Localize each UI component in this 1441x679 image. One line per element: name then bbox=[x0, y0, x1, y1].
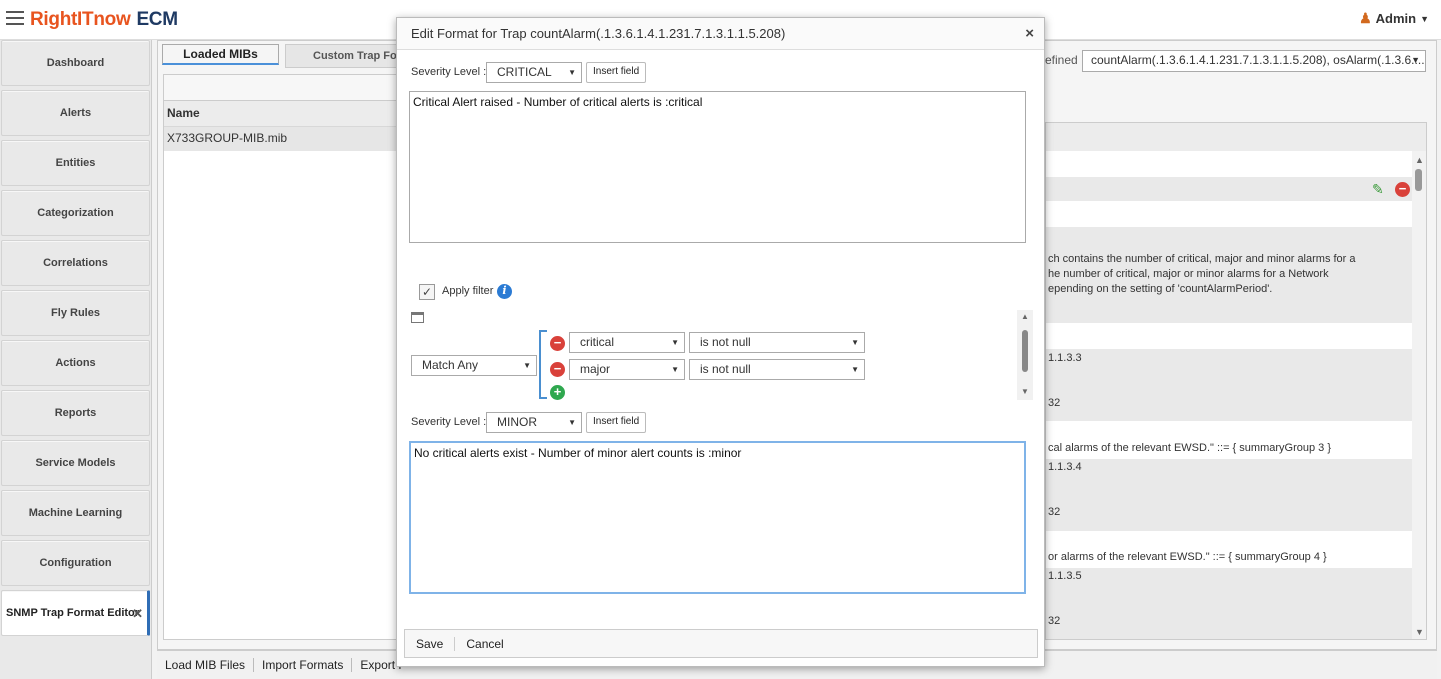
scrollbar[interactable]: ▲ ▼ bbox=[1412, 151, 1426, 639]
edit-format-dialog: Edit Format for Trap countAlarm(.1.3.6.1… bbox=[396, 17, 1045, 667]
rule-field-select[interactable]: critical ▼ bbox=[569, 332, 685, 353]
format-textarea[interactable]: Critical Alert raised - Number of critic… bbox=[409, 91, 1026, 243]
severity-label: Severity Level : bbox=[411, 66, 487, 78]
scroll-thumb[interactable] bbox=[1022, 330, 1028, 372]
column-header-name[interactable]: Name bbox=[164, 101, 398, 127]
tab-custom-trap-formats[interactable]: Custom Trap Form bbox=[285, 44, 397, 68]
table-row[interactable] bbox=[1046, 177, 1412, 201]
mib-list: Name X733GROUP-MIB.mib bbox=[163, 74, 399, 640]
filter-group-bracket bbox=[539, 330, 547, 399]
sidebar-item-service-models[interactable]: Service Models bbox=[1, 440, 150, 486]
apply-filter-checkbox[interactable]: ✓ bbox=[419, 284, 435, 300]
severity-label: Severity Level : bbox=[411, 416, 487, 428]
sidebar-item-actions[interactable]: Actions bbox=[1, 340, 150, 386]
close-icon[interactable]: × bbox=[1025, 25, 1034, 42]
sidebar-item-machine-learning[interactable]: Machine Learning bbox=[1, 490, 150, 536]
chevron-down-icon: ▼ bbox=[671, 338, 679, 347]
chevron-down-icon: ▼ bbox=[851, 338, 859, 347]
description-line: ch contains the number of critical, majo… bbox=[1048, 253, 1356, 265]
defined-label: efined bbox=[1045, 53, 1078, 67]
chevron-down-icon: ▼ bbox=[568, 418, 576, 427]
sidebar-item-fly-rules[interactable]: Fly Rules bbox=[1, 290, 150, 336]
tab-loaded-mibs[interactable]: Loaded MIBs bbox=[162, 44, 279, 65]
rule-operator-select[interactable]: is not null ▼ bbox=[689, 332, 865, 353]
save-button[interactable]: Save bbox=[405, 636, 456, 651]
trap-select[interactable]: countAlarm(.1.3.6.1.4.1.231.7.1.3.1.1.5.… bbox=[1082, 50, 1426, 72]
user-name: Admin bbox=[1375, 11, 1417, 26]
chevron-down-icon: ▼ bbox=[568, 68, 576, 77]
trap-details-grid: ✎ − ch contains the number of critical, … bbox=[1045, 122, 1427, 640]
add-rule-icon[interactable]: + bbox=[550, 385, 565, 400]
cancel-button[interactable]: Cancel bbox=[455, 637, 514, 651]
scroll-up-icon[interactable]: ▲ bbox=[1021, 312, 1029, 321]
remove-icon[interactable]: − bbox=[1395, 182, 1410, 197]
type-value: 32 bbox=[1048, 615, 1061, 627]
sidebar-item-reports[interactable]: Reports bbox=[1, 390, 150, 436]
dialog-title: Edit Format for Trap countAlarm(.1.3.6.1… bbox=[411, 26, 786, 41]
grid-header bbox=[1046, 123, 1426, 151]
severity-select[interactable]: CRITICAL ▼ bbox=[486, 62, 582, 83]
insert-field-button[interactable]: Insert field bbox=[586, 62, 647, 83]
format-textarea[interactable]: No critical alerts exist - Number of min… bbox=[409, 441, 1026, 594]
sidebar-item-dashboard[interactable]: Dashboard bbox=[1, 40, 150, 86]
app-logo: RightITnow ECM bbox=[30, 9, 178, 30]
description-line: or alarms of the relevant EWSD." ::= { s… bbox=[1048, 551, 1327, 563]
mib-filter-row[interactable] bbox=[164, 75, 398, 101]
rule-operator-select[interactable]: is not null ▼ bbox=[689, 359, 865, 380]
scroll-up-icon[interactable]: ▲ bbox=[1415, 155, 1424, 165]
sidebar-item-snmp-trap-format-editor[interactable]: SNMP Trap Format Editor ✕ bbox=[1, 590, 150, 636]
sidebar-item-correlations[interactable]: Correlations bbox=[1, 240, 150, 286]
description-line: cal alarms of the relevant EWSD." ::= { … bbox=[1048, 442, 1331, 454]
sidebar-item-configuration[interactable]: Configuration bbox=[1, 540, 150, 586]
import-formats-button[interactable]: Import Formats bbox=[254, 658, 353, 672]
match-select[interactable]: Match Any ▼ bbox=[411, 355, 537, 376]
chevron-down-icon: ▼ bbox=[671, 365, 679, 374]
severity-select[interactable]: MINOR ▼ bbox=[486, 412, 582, 433]
type-value: 32 bbox=[1048, 397, 1061, 409]
table-row[interactable]: X733GROUP-MIB.mib bbox=[164, 127, 398, 151]
user-menu[interactable]: ♟ Admin ▼ bbox=[1359, 10, 1429, 27]
description-line: he number of critical, major or minor al… bbox=[1048, 268, 1329, 280]
load-mib-files-button[interactable]: Load MIB Files bbox=[157, 658, 255, 672]
remove-rule-icon[interactable]: − bbox=[550, 362, 565, 377]
rule-field-select[interactable]: major ▼ bbox=[569, 359, 685, 380]
scroll-thumb[interactable] bbox=[1415, 169, 1422, 191]
sidebar-item-entities[interactable]: Entities bbox=[1, 140, 150, 186]
dialog-footer: Save Cancel bbox=[404, 629, 1038, 658]
hamburger-menu-icon[interactable] bbox=[6, 11, 24, 25]
apply-filter-label: Apply filter bbox=[442, 285, 494, 297]
info-icon[interactable]: i bbox=[497, 284, 512, 299]
oid-value: 1.1.3.4 bbox=[1048, 461, 1082, 473]
scroll-down-icon[interactable]: ▼ bbox=[1415, 627, 1424, 637]
remove-rule-icon[interactable]: − bbox=[550, 336, 565, 351]
oid-value: 1.1.3.5 bbox=[1048, 570, 1082, 582]
chevron-down-icon: ▼ bbox=[1420, 13, 1429, 24]
sidebar-item-alerts[interactable]: Alerts bbox=[1, 90, 150, 136]
collapse-icon[interactable] bbox=[411, 312, 424, 323]
chevron-down-icon: ▼ bbox=[851, 365, 859, 374]
scroll-down-icon[interactable]: ▼ bbox=[1021, 387, 1029, 396]
filter-scrollbar[interactable]: ▲ ▼ bbox=[1017, 310, 1033, 400]
dialog-header: Edit Format for Trap countAlarm(.1.3.6.1… bbox=[397, 18, 1044, 50]
user-icon: ♟ bbox=[1359, 10, 1372, 26]
insert-field-button[interactable]: Insert field bbox=[586, 412, 647, 433]
close-tab-icon[interactable]: ✕ bbox=[132, 606, 143, 622]
table-row bbox=[1046, 299, 1412, 323]
edit-icon[interactable]: ✎ bbox=[1372, 181, 1384, 198]
chevron-down-icon: ▼ bbox=[1411, 55, 1420, 65]
description-line: epending on the setting of 'countAlarmPe… bbox=[1048, 283, 1273, 295]
sidebar-item-categorization[interactable]: Categorization bbox=[1, 190, 150, 236]
table-row bbox=[1046, 227, 1412, 251]
type-value: 32 bbox=[1048, 506, 1061, 518]
chevron-down-icon: ▼ bbox=[523, 361, 531, 370]
oid-value: 1.1.3.3 bbox=[1048, 352, 1082, 364]
